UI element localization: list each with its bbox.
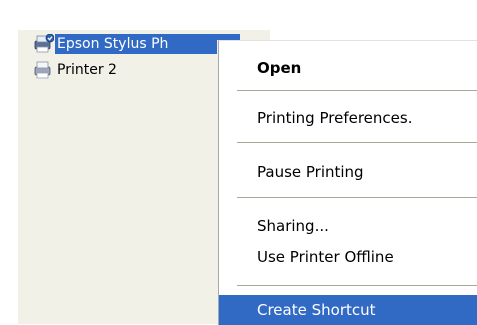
menu-separator: [237, 285, 477, 286]
menu-item-printing-preferences[interactable]: Printing Preferences.: [219, 105, 477, 132]
printer-context-menu: Open Printing Preferences. Pause Printin…: [218, 40, 477, 325]
menu-item-open[interactable]: Open: [219, 55, 477, 82]
default-printer-icon: [32, 34, 54, 54]
printer-icon: [32, 60, 54, 80]
menu-separator: [237, 197, 477, 198]
pane-header: [18, 20, 477, 30]
printer-name-epson[interactable]: Epson Stylus Ph: [55, 34, 240, 54]
menu-item-sharing[interactable]: Sharing...: [219, 213, 477, 240]
menu-item-pause-printing[interactable]: Pause Printing: [219, 159, 477, 186]
printer-name-printer-2[interactable]: Printer 2: [55, 60, 120, 80]
menu-separator: [237, 142, 477, 143]
menu-item-create-shortcut[interactable]: Create Shortcut: [219, 295, 477, 325]
printer-item-printer-2[interactable]: Printer 2: [32, 60, 120, 80]
menu-separator: [237, 90, 477, 91]
printer-item-epson[interactable]: Epson Stylus Ph: [32, 34, 240, 54]
menu-item-use-printer-offline[interactable]: Use Printer Offline: [219, 244, 477, 271]
